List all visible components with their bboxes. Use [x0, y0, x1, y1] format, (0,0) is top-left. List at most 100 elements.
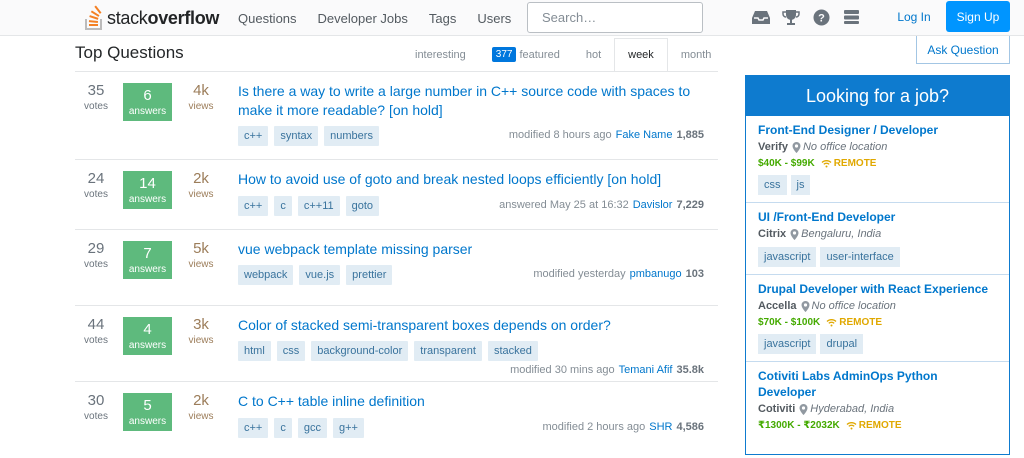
- view-count: 4k views: [188, 82, 214, 112]
- reputation-score: 4,586: [676, 421, 704, 433]
- user-link[interactable]: Fake Name: [616, 129, 673, 141]
- tag-link[interactable]: goto: [345, 196, 380, 216]
- tag-link[interactable]: c++: [238, 196, 269, 216]
- search-input[interactable]: [527, 2, 703, 33]
- vote-count: 44 votes: [84, 316, 108, 346]
- question-title-link[interactable]: vue webpack template missing parser: [238, 240, 708, 259]
- vote-count: 24 votes: [84, 170, 108, 200]
- tag-link[interactable]: stacked: [487, 341, 538, 361]
- question-tags: c++ c gcc g++: [238, 418, 370, 438]
- job-salary: ₹1300K - ₹2032K REMOTE: [758, 420, 902, 431]
- tab-week[interactable]: week: [614, 38, 668, 71]
- tag-link[interactable]: numbers: [324, 126, 379, 146]
- tag-link[interactable]: syntax: [274, 126, 319, 146]
- answer-count: 4 answers: [123, 317, 172, 355]
- job-title-link[interactable]: UI /Front-End Developer: [758, 209, 997, 225]
- job-listing[interactable]: Cotiviti Labs AdminOps Python Developer …: [746, 362, 1009, 440]
- nav-questions[interactable]: Questions: [238, 11, 297, 26]
- tag-link[interactable]: prettier: [346, 265, 393, 285]
- tab-featured[interactable]: 377 featured: [479, 38, 573, 71]
- vote-count: 29 votes: [84, 240, 108, 270]
- view-count: 2k views: [188, 170, 214, 200]
- tag-link[interactable]: css: [758, 175, 787, 195]
- question-tags: c++ c c++11 goto: [238, 196, 385, 216]
- reputation-score: 7,229: [676, 199, 704, 211]
- user-link[interactable]: Temani Afif: [619, 364, 673, 376]
- tag-link[interactable]: html: [238, 341, 271, 361]
- tab-hot[interactable]: hot: [573, 38, 614, 71]
- reputation-score: 103: [685, 268, 704, 280]
- tag-link[interactable]: c++11: [297, 196, 340, 216]
- tag-link[interactable]: js: [790, 175, 811, 195]
- user-link[interactable]: Davislor: [633, 199, 673, 211]
- job-salary: $40K - $99K REMOTE: [758, 156, 877, 171]
- user-link[interactable]: pmbanugo: [630, 268, 682, 280]
- question-activity: modified 2 hours ago SHR 4,586: [542, 421, 705, 433]
- question-title-link[interactable]: How to avoid use of goto and break neste…: [238, 170, 708, 189]
- inbox-icon[interactable]: [752, 8, 770, 26]
- question-activity: modified 30 mins ago Temani Afif 35.8k: [510, 364, 704, 376]
- job-listing[interactable]: UI /Front-End Developer Citrix Bengaluru…: [746, 203, 1009, 275]
- review-queue-icon[interactable]: [842, 8, 860, 26]
- tag-link[interactable]: javascript: [758, 247, 817, 267]
- answer-count: 7 answers: [123, 241, 172, 279]
- reputation-score: 1,885: [676, 129, 704, 141]
- tag-link[interactable]: g++: [332, 418, 364, 438]
- answer-count: 14 answers: [123, 171, 172, 209]
- tag-link[interactable]: css: [276, 341, 306, 361]
- help-icon[interactable]: ?: [812, 8, 830, 26]
- nav-users[interactable]: Users: [477, 11, 511, 26]
- jobs-heading: Looking for a job?: [746, 76, 1009, 116]
- job-title-link[interactable]: Front-End Designer / Developer: [758, 122, 997, 138]
- question-list: 35 votes 6 answers 4k views Is there a way …: [75, 71, 718, 458]
- job-title-link[interactable]: Drupal Developer with React Experience: [758, 281, 997, 297]
- wifi-icon: [846, 422, 857, 430]
- question-title-link[interactable]: C to C++ table inline definition: [238, 392, 708, 411]
- user-link[interactable]: SHR: [649, 421, 672, 433]
- top-bar: stackoverflow Questions Developer Jobs T…: [0, 0, 1024, 36]
- remote-badge: REMOTE: [821, 156, 876, 171]
- trophy-icon[interactable]: [782, 8, 800, 26]
- question-activity: answered May 25 at 16:32 Davislor 7,229: [499, 199, 704, 211]
- login-button[interactable]: Log In: [887, 5, 941, 29]
- page-title: Top Questions: [75, 43, 184, 62]
- wifi-icon: [821, 160, 832, 168]
- question-tags: c++ syntax numbers: [238, 126, 385, 146]
- signup-button[interactable]: Sign Up: [946, 1, 1010, 32]
- tab-month[interactable]: month: [668, 38, 725, 71]
- tag-link[interactable]: background-color: [311, 341, 409, 361]
- tag-link[interactable]: user-interface: [820, 247, 900, 267]
- remote-badge: REMOTE: [826, 315, 882, 330]
- nav-tags[interactable]: Tags: [429, 11, 456, 26]
- tab-interesting[interactable]: interesting: [402, 38, 479, 71]
- tag-link[interactable]: gcc: [297, 418, 327, 438]
- tag-link[interactable]: transparent: [414, 341, 482, 361]
- ask-question-button[interactable]: Ask Question: [916, 36, 1010, 64]
- question-activity: modified yesterday pmbanugo 103: [533, 268, 704, 280]
- tag-link[interactable]: javascript: [758, 334, 817, 354]
- tag-link[interactable]: vue.js: [299, 265, 341, 285]
- stackoverflow-logo[interactable]: stackoverflow: [84, 4, 219, 32]
- tag-link[interactable]: c++: [238, 418, 269, 438]
- view-count: 2k views: [188, 392, 214, 422]
- nav-developer-jobs[interactable]: Developer Jobs: [318, 11, 408, 26]
- job-company: Verify No office location: [758, 141, 888, 153]
- tag-link[interactable]: webpack: [238, 265, 294, 285]
- svg-text:?: ?: [818, 12, 825, 24]
- job-title-link[interactable]: Cotiviti Labs AdminOps Python Developer: [758, 368, 997, 400]
- tag-link[interactable]: c: [274, 196, 292, 216]
- question-tags: html css background-color transparent st…: [238, 341, 544, 361]
- job-listing[interactable]: Drupal Developer with React Experience A…: [746, 275, 1009, 362]
- wifi-icon: [826, 319, 837, 327]
- question-title-link[interactable]: Is there a way to write a large number i…: [238, 82, 708, 120]
- tag-link[interactable]: c: [274, 418, 292, 438]
- job-listing[interactable]: Front-End Designer / Developer Verify No…: [746, 116, 1009, 203]
- logo-wordmark: stackoverflow: [107, 7, 220, 28]
- tag-link[interactable]: c++: [238, 126, 269, 146]
- jobs-sidebar: Looking for a job? Front-End Designer / …: [745, 75, 1010, 455]
- job-company: Citrix Bengaluru, India: [758, 228, 882, 240]
- tag-link[interactable]: drupal: [820, 334, 864, 354]
- view-count: 3k views: [188, 316, 214, 346]
- question-title-link[interactable]: Color of stacked semi-transparent boxes …: [238, 316, 708, 335]
- job-tags: javascript drupal: [758, 334, 997, 354]
